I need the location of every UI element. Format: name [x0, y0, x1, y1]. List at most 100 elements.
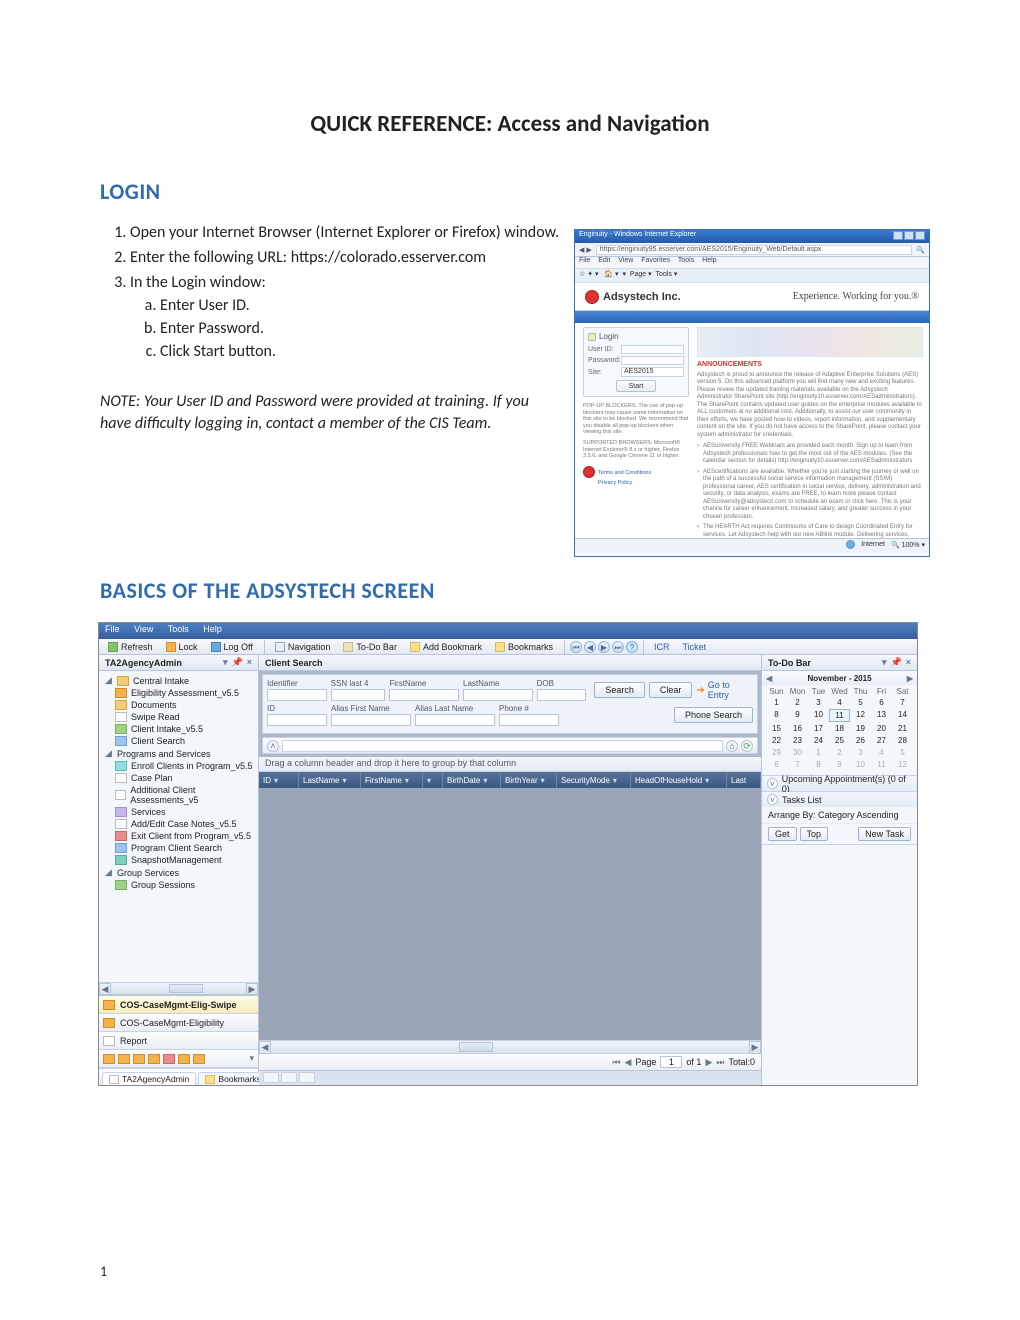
addbookmark-icon[interactable]: [410, 642, 420, 652]
calendar-day[interactable]: 13: [871, 709, 892, 722]
logoff-icon[interactable]: [211, 642, 221, 652]
start-button[interactable]: Start: [616, 380, 656, 392]
ie-menu-file[interactable]: File: [579, 257, 590, 264]
clear-button[interactable]: Clear: [649, 682, 693, 698]
cal-next-icon[interactable]: ▶: [907, 674, 913, 683]
todobar-icon[interactable]: [343, 642, 353, 652]
lp-row-report[interactable]: Report: [99, 1032, 258, 1050]
userid-input[interactable]: [621, 345, 684, 354]
calendar-day[interactable]: 3: [808, 697, 829, 708]
calendar-day[interactable]: 10: [850, 759, 871, 770]
path-bar[interactable]: ˄ ⌂ ⟳: [262, 737, 758, 754]
ie-menu-edit[interactable]: Edit: [598, 257, 610, 264]
lock-icon[interactable]: [166, 642, 176, 652]
ie-menu-tools[interactable]: Tools: [678, 257, 694, 264]
aliasfirst-input[interactable]: [331, 714, 411, 726]
ticket-link[interactable]: Ticket: [677, 642, 712, 652]
phone-input[interactable]: [499, 714, 559, 726]
group-header[interactable]: Drag a column header and drop it here to…: [259, 757, 761, 772]
calendar-day[interactable]: 1: [766, 697, 787, 708]
tree-scrollbar[interactable]: ◀ ▶: [99, 982, 258, 994]
nav-next-icon[interactable]: ▶: [598, 641, 610, 653]
terms-link[interactable]: Terms and Conditions: [598, 470, 651, 477]
calendar-day[interactable]: 8: [766, 709, 787, 722]
calendar-day[interactable]: 14: [892, 709, 913, 722]
tab-agencyadmin[interactable]: TA2AgencyAdmin: [102, 1072, 196, 1085]
calendar[interactable]: ◀ November - 2015 ▶ SunMonTueWedThuFriSa…: [762, 671, 917, 776]
calendar-day[interactable]: 15: [766, 723, 787, 734]
grid-header[interactable]: ID▾ LastName▾ FirstName▾ ▾ BirthDate▾ Bi…: [259, 772, 761, 788]
id-input[interactable]: [267, 714, 327, 726]
calendar-day[interactable]: 10: [808, 709, 829, 722]
ie-menu-help[interactable]: Help: [702, 257, 716, 264]
calendar-day[interactable]: 9: [829, 759, 850, 770]
calendar-day[interactable]: 28: [892, 735, 913, 746]
new-task-button[interactable]: New Task: [858, 827, 911, 841]
chevron-icon[interactable]: ˅: [767, 794, 778, 805]
calendar-day[interactable]: 23: [787, 735, 808, 746]
calendar-day[interactable]: 6: [871, 697, 892, 708]
password-input[interactable]: [621, 356, 684, 365]
grid-scrollbar[interactable]: ◀ ▶: [259, 1040, 761, 1053]
calendar-day[interactable]: 21: [892, 723, 913, 734]
calendar-day[interactable]: 12: [892, 759, 913, 770]
calendar-day[interactable]: 27: [871, 735, 892, 746]
ie-menu-view[interactable]: View: [618, 257, 633, 264]
window-buttons[interactable]: [892, 231, 925, 242]
calendar-day[interactable]: 26: [850, 735, 871, 746]
calendar-day[interactable]: 1: [808, 747, 829, 758]
app-toolbar[interactable]: Refresh Lock Log Off Navigation To-Do Ba…: [99, 639, 917, 655]
calendar-day[interactable]: 24: [808, 735, 829, 746]
calendar-day[interactable]: 11: [829, 709, 850, 722]
calendar-day[interactable]: 8: [808, 759, 829, 770]
calendar-day[interactable]: 3: [850, 747, 871, 758]
icr-link[interactable]: ICR: [649, 642, 676, 652]
ssn-input[interactable]: [331, 689, 386, 701]
refresh-path-icon[interactable]: ⟳: [741, 740, 753, 752]
calendar-day[interactable]: 25: [829, 735, 850, 746]
identifier-input[interactable]: [267, 689, 327, 701]
navigation-icon[interactable]: [275, 642, 285, 652]
goto-entry-link[interactable]: ➔Go to Entry: [696, 680, 753, 700]
home-icon[interactable]: ⌂: [726, 740, 738, 752]
calendar-day[interactable]: 30: [787, 747, 808, 758]
dob-input[interactable]: [537, 689, 587, 701]
search-button[interactable]: Search: [594, 682, 645, 698]
address-bar[interactable]: https://enginuity95.esserver.com/AES2015…: [596, 245, 913, 255]
lp-icon-row[interactable]: ▾: [99, 1050, 258, 1068]
calendar-day[interactable]: 9: [787, 709, 808, 722]
phone-search-button[interactable]: Phone Search: [674, 707, 753, 723]
nav-last-icon[interactable]: ⏭: [612, 641, 624, 653]
calendar-day[interactable]: 11: [871, 759, 892, 770]
bookmarks-icon[interactable]: [495, 642, 505, 652]
pin-icon[interactable]: ▾: [223, 657, 228, 668]
calendar-day[interactable]: 29: [766, 747, 787, 758]
close-icon[interactable]: ×: [247, 657, 252, 668]
calendar-day[interactable]: 7: [892, 697, 913, 708]
tab-bookmarks[interactable]: Bookmarks: [198, 1072, 268, 1085]
aliaslast-input[interactable]: [415, 714, 495, 726]
calendar-day[interactable]: 5: [850, 697, 871, 708]
calendar-day[interactable]: 19: [850, 723, 871, 734]
top-button[interactable]: Top: [800, 827, 829, 841]
lastname-input[interactable]: [463, 689, 533, 701]
page-input[interactable]: 1: [660, 1056, 682, 1068]
calendar-day[interactable]: 22: [766, 735, 787, 746]
calendar-day[interactable]: 2: [787, 697, 808, 708]
calendar-day[interactable]: 16: [787, 723, 808, 734]
calendar-day[interactable]: 4: [829, 697, 850, 708]
nav-prev-icon[interactable]: ◀: [584, 641, 596, 653]
lp-row-elig-swipe[interactable]: COS-CaseMgmt-Elig-Swipe: [99, 996, 258, 1014]
calendar-day[interactable]: 20: [871, 723, 892, 734]
chevron-icon[interactable]: ˅: [767, 778, 778, 789]
nav-first-icon[interactable]: ⏮: [570, 641, 582, 653]
calendar-day[interactable]: 4: [871, 747, 892, 758]
ie-menu-favorites[interactable]: Favorites: [641, 257, 670, 264]
app-menu[interactable]: File View Tools Help: [99, 623, 917, 639]
site-select[interactable]: AES2015: [621, 367, 684, 377]
refresh-icon[interactable]: [108, 642, 118, 652]
close-icon[interactable]: ×: [906, 657, 911, 668]
pager[interactable]: ⏮◀ Page 1 of 1 ▶⏭ Total:0: [259, 1053, 761, 1070]
help-icon[interactable]: ?: [626, 641, 638, 653]
nav-tree[interactable]: ◢Central Intake Eligibility Assessment_v…: [99, 671, 258, 995]
